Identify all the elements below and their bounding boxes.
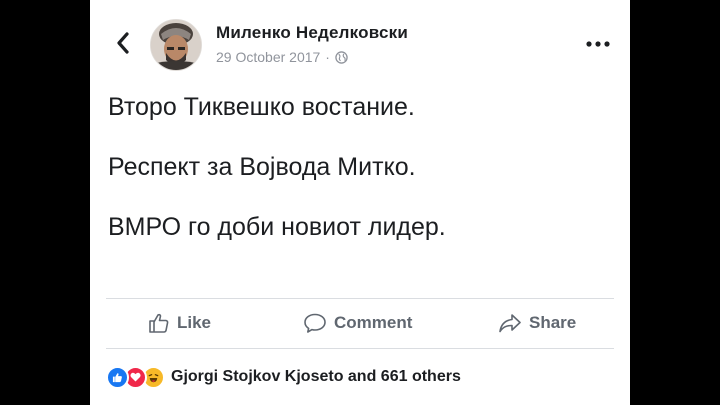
post-text-line <box>108 122 618 152</box>
reactions-text: Gjorgi Stojkov Kjoseto and 661 others <box>171 368 461 385</box>
like-button[interactable]: Like <box>148 299 211 347</box>
author-avatar[interactable] <box>150 19 202 71</box>
post-text-line <box>108 182 618 212</box>
divider <box>106 348 614 349</box>
comment-button[interactable]: Comment <box>303 299 412 347</box>
chevron-left-icon <box>117 32 129 54</box>
share-label: Share <box>529 313 577 332</box>
meta-separator: · <box>325 49 330 65</box>
post-meta: 29 October 2017 · <box>216 49 348 65</box>
more-options-button[interactable] <box>582 34 614 54</box>
post-card: Миленко Неделковски 29 October 2017 · Вт… <box>90 0 630 405</box>
like-reaction-icon <box>106 365 129 389</box>
back-button[interactable] <box>112 30 134 56</box>
globe-icon <box>335 50 348 64</box>
post-text-line: Респект за Војвода Митко. <box>108 153 416 181</box>
like-label: Like <box>177 313 212 332</box>
author-name[interactable]: Миленко Неделковски <box>216 23 408 43</box>
thumbs-up-icon <box>149 313 169 333</box>
post-text-line: Второ Тиквешко востание. <box>108 93 415 121</box>
post-header: Миленко Неделковски 29 October 2017 · <box>90 0 630 80</box>
post-text: Второ Тиквешко востание. Респект за Војв… <box>108 92 618 242</box>
post-text-line: ВМРО го доби новиот лидер. <box>108 213 446 241</box>
share-button[interactable]: Share <box>498 299 576 347</box>
post-date[interactable]: 29 October 2017 <box>216 49 320 65</box>
reactions-summary[interactable]: Gjorgi Stojkov Kjoseto and 661 others <box>106 364 461 390</box>
more-dots-icon <box>586 41 610 47</box>
comment-icon <box>304 313 326 333</box>
post-actions: Like Comment Share <box>106 299 614 347</box>
share-icon <box>499 314 521 333</box>
comment-label: Comment <box>334 313 413 332</box>
